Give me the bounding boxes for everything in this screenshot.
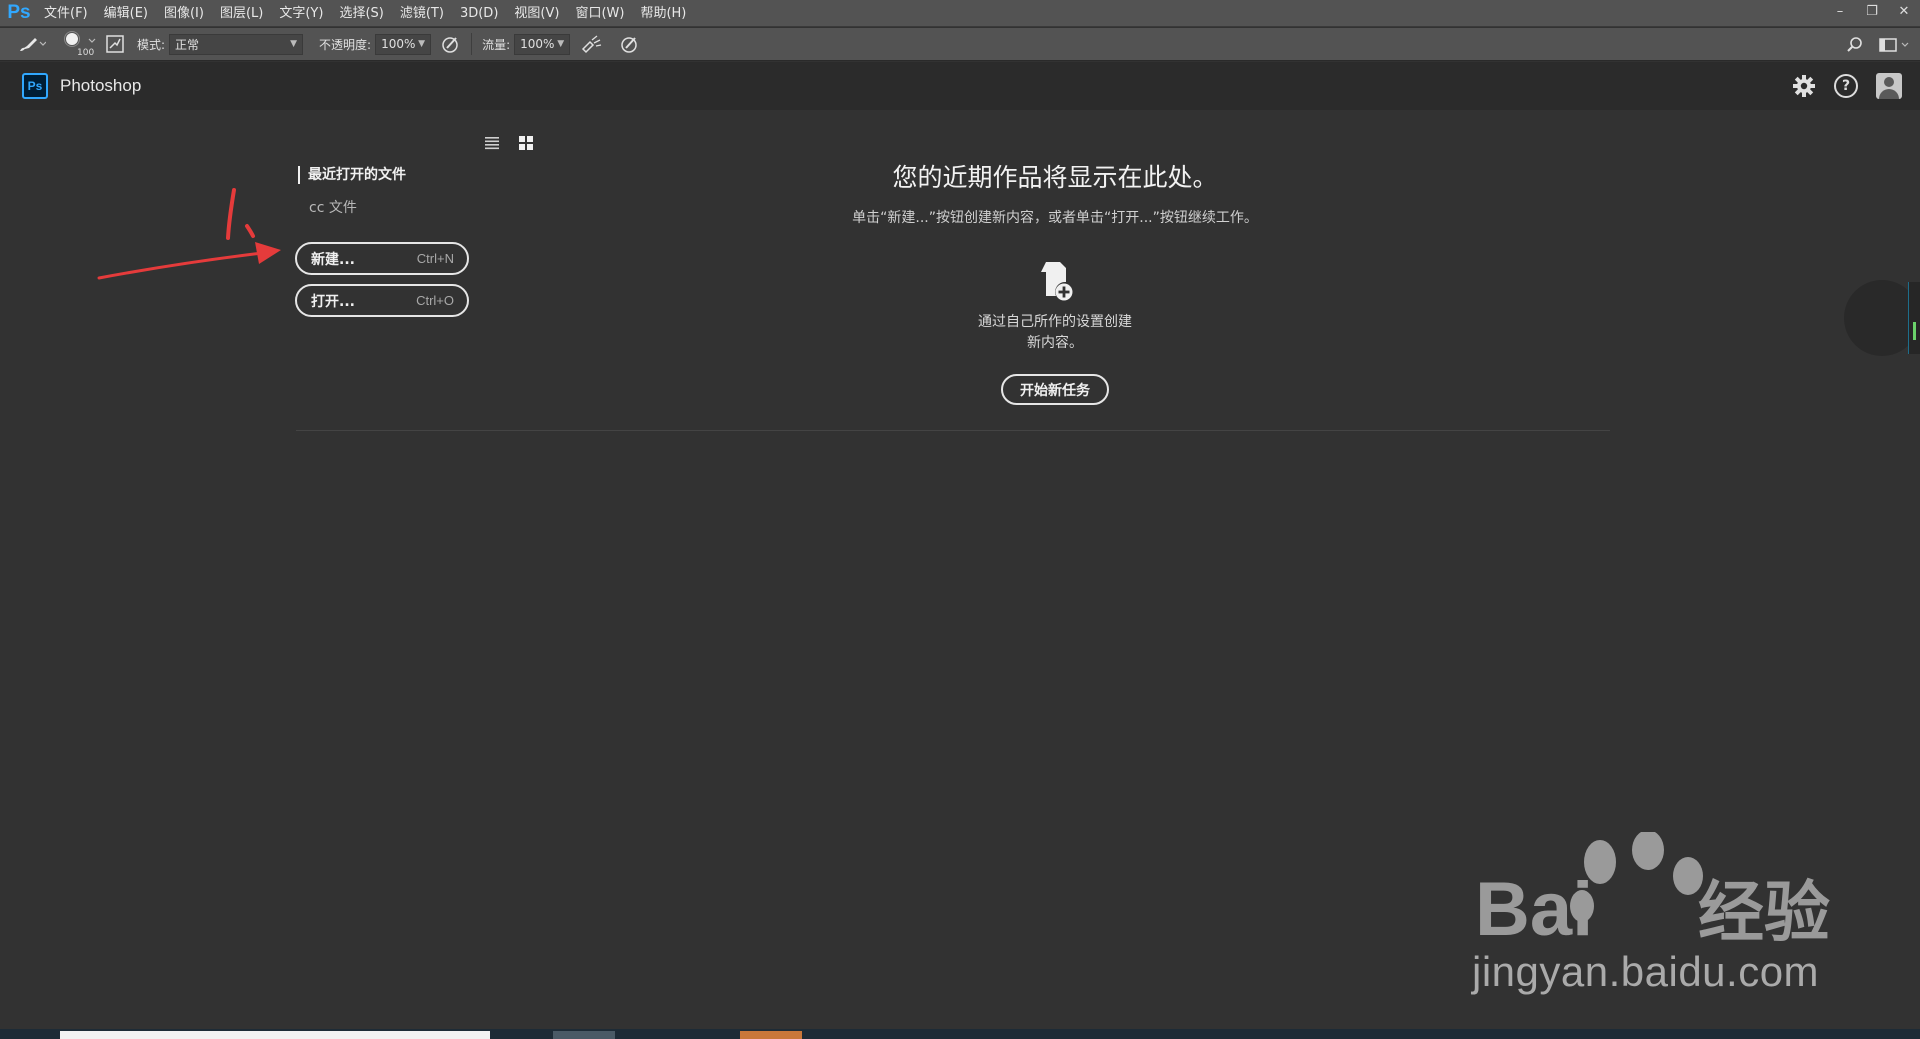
open-button-label: 打开... [311, 293, 355, 310]
pressure-opacity-toggle[interactable] [441, 28, 461, 61]
airbrush-icon [582, 35, 602, 54]
toggle-brush-panel-icon [106, 35, 124, 53]
search-icon[interactable] [1846, 36, 1864, 54]
menu-image[interactable]: 图像(I) [156, 0, 212, 27]
opacity-input[interactable]: 100% ▼ [375, 33, 432, 55]
chevron-down-icon: ▼ [290, 39, 298, 49]
chevron-down-icon: ▼ [557, 39, 565, 49]
photoshop-window: Ps 文件(F) 编辑(E) 图像(I) 图层(L) 文字(Y) 选择(S) 滤… [0, 0, 1920, 1039]
user-icon[interactable] [1876, 73, 1902, 99]
open-button[interactable]: 打开... Ctrl+O [295, 284, 469, 317]
menu-help[interactable]: 帮助(H) [632, 0, 694, 27]
menu-edit[interactable]: 编辑(E) [96, 0, 156, 27]
menu-select[interactable]: 选择(S) [331, 0, 391, 27]
list-view-button[interactable] [484, 134, 500, 152]
menu-layer[interactable]: 图层(L) [212, 0, 271, 27]
mode-label: 模式: [137, 37, 166, 52]
brush-tool-preset[interactable] [18, 28, 46, 61]
options-bar: 100 模式: 正常 ▼ 不透明度: 100% ▼ 流量: 100% ▼ [0, 28, 1920, 61]
cc-files-tab[interactable]: cc 文件 [309, 197, 357, 217]
new-button[interactable]: 新建... Ctrl+N [295, 242, 469, 275]
opacity-label: 不透明度: [319, 37, 372, 52]
empty-state-subtitle: 单击“新建...”按钮创建新内容，或者单击“打开...”按钮继续工作。 [852, 210, 1258, 226]
create-text-line-1: 通过自己所作的设置创建 [978, 314, 1132, 330]
opacity-value: 100% [381, 37, 416, 51]
divider [296, 430, 1610, 431]
pressure-size-toggle[interactable] [620, 28, 640, 61]
list-view-icon [485, 137, 499, 150]
separator [471, 33, 473, 55]
ps-logo: Ps [22, 73, 48, 99]
taskbar-item[interactable] [740, 1031, 802, 1039]
options-right [1846, 28, 1912, 61]
new-button-shortcut: Ctrl+N [416, 251, 454, 266]
watermark-logo-cn: 经验 [1698, 874, 1830, 951]
header-actions: ? [1792, 62, 1902, 110]
menu-filter[interactable]: 滤镜(T) [392, 0, 452, 27]
taskbar-item[interactable] [553, 1031, 615, 1039]
pressure-size-icon [621, 37, 637, 53]
menu-type[interactable]: 文字(Y) [271, 0, 331, 27]
flow-label: 流量: [482, 37, 511, 52]
start-header: Ps Photoshop ? [0, 62, 1920, 110]
start-new-task-button[interactable]: 开始新任务 [1001, 374, 1109, 405]
annotation-arrow [97, 188, 281, 280]
empty-state-title: 您的近期作品将显示在此处。 [892, 163, 1218, 192]
flow-value: 100% [520, 37, 555, 51]
mode-value: 正常 [175, 37, 200, 52]
workspace-icon[interactable] [1878, 36, 1912, 54]
close-button[interactable]: ✕ [1888, 0, 1920, 22]
grid-view-button[interactable] [518, 134, 534, 152]
menu-file[interactable]: 文件(F) [36, 0, 96, 27]
app-title: Photoshop [60, 76, 142, 95]
taskbar-item[interactable] [60, 1031, 490, 1039]
create-text-line-2: 新内容。 [1027, 335, 1083, 351]
airbrush-toggle[interactable] [580, 28, 602, 61]
restore-button[interactable]: ❐ [1856, 0, 1888, 22]
flow-input[interactable]: 100% ▼ [514, 33, 571, 55]
recent-files-tab[interactable]: 最近打开的文件 [298, 166, 406, 184]
side-indicator [1908, 282, 1920, 354]
create-description: 通过自己所作的设置创建 新内容。 [930, 312, 1180, 354]
menu-view[interactable]: 视图(V) [506, 0, 567, 27]
menu-window[interactable]: 窗口(W) [567, 0, 632, 27]
new-button-label: 新建... [311, 251, 355, 268]
app-logo: Ps [7, 2, 31, 23]
menu-3d[interactable]: 3D(D) [452, 0, 506, 27]
brush-size-value: 100 [77, 48, 95, 58]
open-button-shortcut: Ctrl+O [416, 293, 454, 308]
chevron-down-icon: ▼ [418, 39, 426, 49]
watermark-logo-text: Bai [1475, 867, 1594, 952]
help-icon[interactable]: ? [1834, 74, 1858, 98]
minimize-button[interactable]: – [1824, 0, 1856, 22]
toggle-brush-panel[interactable] [106, 28, 124, 61]
gear-icon[interactable] [1792, 74, 1816, 98]
menu-bar: Ps 文件(F) 编辑(E) 图像(I) 图层(L) 文字(Y) 选择(S) 滤… [0, 0, 1920, 27]
grid-view-icon [519, 136, 533, 150]
watermark-url: jingyan.baidu.com [1472, 948, 1820, 995]
window-controls: – ❐ ✕ [1824, 0, 1920, 27]
mode-select[interactable]: 正常 ▼ [169, 33, 304, 55]
new-document-icon [1041, 262, 1073, 301]
brush-icon [20, 38, 46, 51]
pressure-opacity-icon [442, 37, 458, 53]
